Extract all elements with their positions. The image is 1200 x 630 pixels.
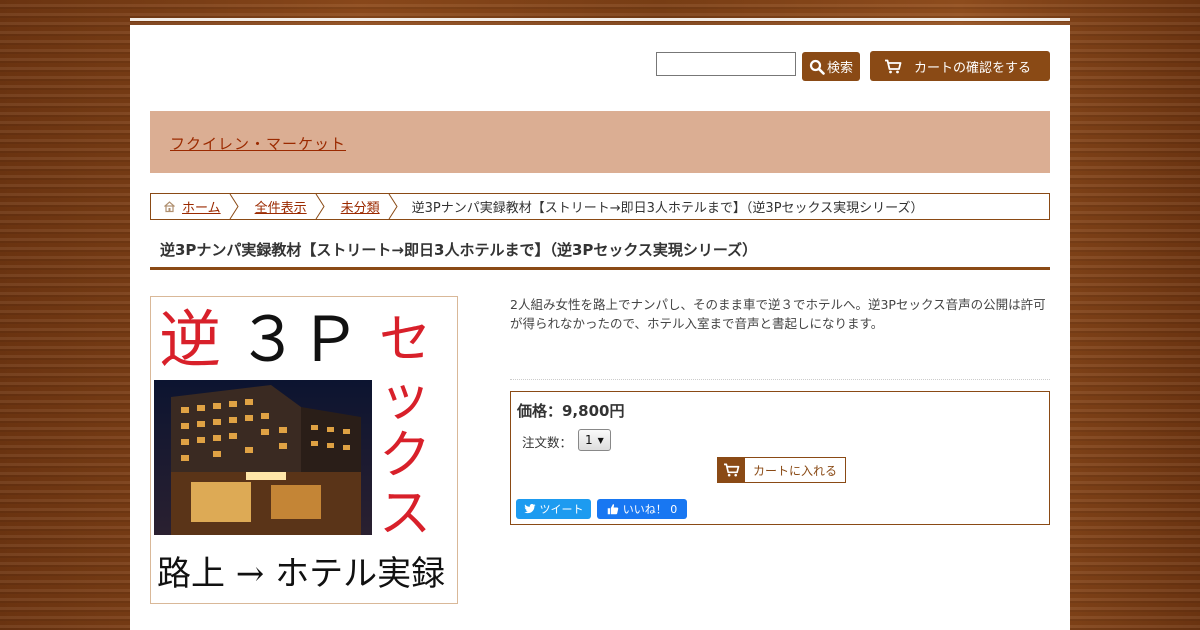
price: 価格：9,800円 — [517, 402, 625, 420]
cover-title-black: ３Ｐ — [237, 303, 361, 376]
tweet-button[interactable]: ツイート — [516, 499, 591, 519]
shop-name-link[interactable]: フクイレン・マーケット — [170, 133, 346, 154]
add-to-cart-label: カートに入れる — [753, 463, 838, 478]
breadcrumb-current: 逆3Pナンパ実録教材【ストリート→即日3人ホテルまで】（逆3Pセックス実現シリー… — [411, 201, 924, 216]
breadcrumb-separator — [229, 194, 239, 219]
top-border-line — [130, 18, 1070, 21]
svg-text:ッ: ッ — [379, 368, 431, 428]
facebook-like-button[interactable]: いいね！ 0 — [597, 499, 687, 519]
breadcrumb-separator — [388, 194, 398, 219]
add-to-cart-button[interactable]: カートに入れる — [717, 457, 846, 483]
product-cover-art: 逆 ３Ｐ セ ッ ク ス 路上 → ホテル実録 — [154, 303, 445, 594]
tweet-label: ツイート — [539, 503, 584, 516]
search-input[interactable] — [656, 52, 796, 76]
view-cart-button[interactable]: カートの確認をする — [870, 51, 1050, 81]
product-description: 2人組み女性を路上でナンパし、そのまま車で逆３でホテルへ。逆3Pセックス音声の公… — [510, 297, 1046, 331]
description-divider — [510, 379, 1050, 380]
shop-banner: フクイレン・マーケット — [150, 111, 1050, 173]
quantity-label: 注文数： — [522, 435, 573, 450]
search-button[interactable]: 検索 — [802, 52, 860, 81]
svg-text:ク: ク — [379, 426, 431, 486]
cover-subtitle: 路上 → ホテル実録 — [157, 554, 445, 594]
breadcrumb: ホーム 全件表示 未分類 逆3Pナンパ実録教材【ストリート→即日3人ホテルまで】… — [150, 193, 1050, 220]
product-image[interactable]: 逆 ３Ｐ セ ッ ク ス 路上 → ホテル実録 — [150, 296, 458, 604]
purchase-box: 価格：9,800円 注文数： 1 ▼ カートに入れる ツイート いいね！ 0 — [510, 391, 1050, 525]
quantity-select[interactable]: 1 ▼ — [578, 429, 611, 451]
cover-vertical-text: セ ッ ク ス — [379, 310, 431, 544]
breadcrumb-link-home[interactable]: ホーム — [182, 197, 221, 216]
product-title: 逆3Pナンパ実録教材【ストリート→即日3人ホテルまで】（逆3Pセックス実現シリー… — [160, 241, 758, 259]
svg-text:セ: セ — [379, 310, 431, 370]
cover-title-red: 逆 — [159, 303, 221, 376]
breadcrumb-separator — [315, 194, 325, 219]
quantity-value: 1 — [585, 433, 593, 447]
breadcrumb-all: 全件表示 — [243, 194, 329, 219]
home-icon — [164, 201, 175, 213]
cart-icon — [724, 463, 740, 477]
svg-text:ス: ス — [379, 484, 431, 544]
dropdown-arrow-icon: ▼ — [597, 435, 604, 445]
view-cart-label: カートの確認をする — [914, 60, 1032, 76]
breadcrumb-home: ホーム — [151, 194, 243, 219]
cart-icon — [885, 59, 902, 73]
thumbs-up-icon — [607, 504, 618, 515]
search-button-label: 検索 — [826, 61, 853, 76]
title-divider — [150, 267, 1050, 270]
search-icon — [809, 59, 825, 75]
cover-photo — [154, 380, 372, 535]
breadcrumb-uncategorized: 未分類 — [329, 194, 402, 219]
twitter-bird-icon — [523, 504, 536, 514]
breadcrumb-link-all[interactable]: 全件表示 — [255, 197, 307, 216]
breadcrumb-link-uncategorized[interactable]: 未分類 — [341, 197, 380, 216]
cart-icon-box — [718, 458, 745, 482]
like-label: いいね！ 0 — [622, 503, 678, 516]
page-container: 検索 カートの確認をする フクイレン・マーケット ホーム 全件表示 未分類 逆3… — [130, 25, 1070, 630]
